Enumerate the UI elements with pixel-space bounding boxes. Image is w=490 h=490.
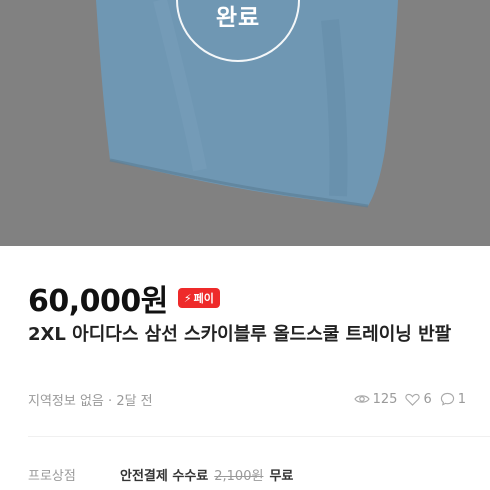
likes-count: 6 bbox=[423, 391, 432, 407]
product-title: 2XL 아디다스 삼선 스카이블루 올드스쿨 트레이닝 반팔 bbox=[28, 324, 452, 345]
fee-old-price: 2,100원 bbox=[214, 468, 264, 484]
views-count: 125 bbox=[372, 391, 398, 407]
fee-label: 프로상점 bbox=[28, 468, 76, 484]
lightning-icon: ⚡ bbox=[183, 291, 192, 305]
chats-stat: 1 bbox=[440, 392, 466, 407]
pay-badge-label: 페이 bbox=[193, 292, 214, 305]
pay-badge: ⚡ 페이 bbox=[177, 288, 220, 308]
posted-time: 2달 전 bbox=[116, 393, 153, 409]
likes-stat: 6 bbox=[405, 391, 432, 407]
stats: 125 6 1 bbox=[353, 391, 466, 407]
location-time: 지역정보 없음 · 2달 전 bbox=[28, 390, 153, 409]
fee-name: 안전결제 수수료 bbox=[120, 468, 209, 484]
meta-separator: · bbox=[103, 393, 117, 409]
fee-free-label: 무료 bbox=[269, 468, 294, 484]
fee-row: 프로상점 안전결제 수수료 2,100원 무료 bbox=[28, 464, 466, 484]
product-photo[interactable]: 완료 bbox=[0, 0, 490, 246]
location-text: 지역정보 없음 bbox=[28, 393, 104, 409]
views-stat: 125 bbox=[353, 391, 398, 407]
meta-row: 지역정보 없음 · 2달 전 125 6 1 bbox=[28, 389, 466, 409]
price: 60,000원 bbox=[28, 284, 168, 319]
divider bbox=[28, 436, 490, 437]
price-row: 60,000원 ⚡ 페이 bbox=[28, 276, 220, 320]
heart-icon bbox=[405, 393, 421, 406]
eye-icon bbox=[353, 395, 370, 403]
chat-icon bbox=[440, 392, 454, 406]
sold-out-label: 완료 bbox=[215, 5, 261, 31]
chats-count: 1 bbox=[457, 391, 466, 407]
